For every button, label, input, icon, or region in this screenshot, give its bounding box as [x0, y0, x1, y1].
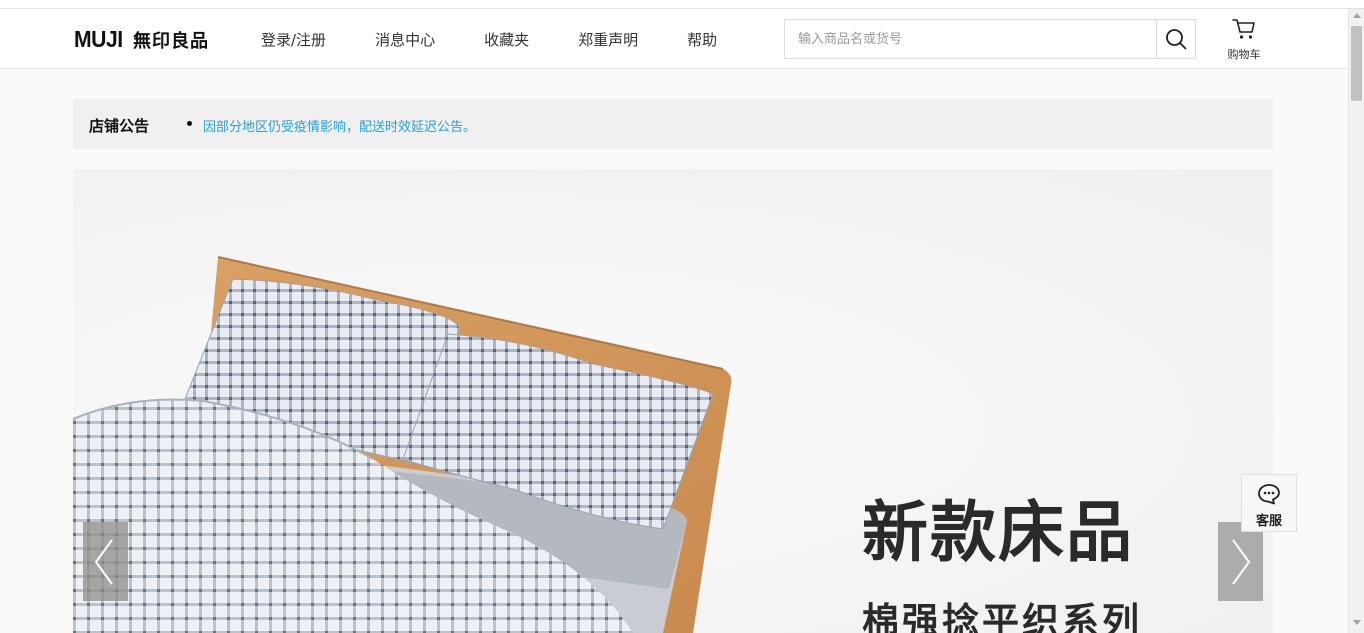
- banner-headline: 新款床品: [862, 494, 1134, 571]
- nav-message-center[interactable]: 消息中心: [375, 29, 435, 50]
- store-notice-bar: 店铺公告 因部分地区仍受疫情影响，配送时效延迟公告。: [73, 99, 1273, 149]
- cart-icon: [1232, 19, 1255, 39]
- banner-prev-button[interactable]: [83, 522, 128, 601]
- cart-button[interactable]: 购物车: [1222, 17, 1266, 62]
- search-box: [784, 19, 1196, 59]
- muji-logo[interactable]: MUJI 無印良品: [74, 26, 209, 53]
- site-header: MUJI 無印良品 登录/注册 消息中心 收藏夹 郑重声明 帮助 购物车: [0, 9, 1348, 69]
- scroll-thumb[interactable]: [1351, 26, 1362, 101]
- notice-bullet-icon: [187, 121, 192, 126]
- service-label: 客服: [1255, 514, 1282, 529]
- chevron-right-icon: [1232, 539, 1251, 585]
- chat-bubble-icon: [1258, 484, 1280, 505]
- search-input[interactable]: [785, 20, 1157, 58]
- scroll-down-arrow-icon[interactable]: [1353, 620, 1361, 625]
- notice-link[interactable]: 因部分地区仍受疫情影响，配送时效延迟公告。: [203, 116, 476, 135]
- logo-cn-text: 無印良品: [132, 30, 209, 52]
- nav-help[interactable]: 帮助: [687, 29, 717, 50]
- nav-login-register[interactable]: 登录/注册: [261, 29, 326, 50]
- notice-title: 店铺公告: [89, 117, 150, 135]
- scroll-up-arrow-icon[interactable]: [1353, 13, 1361, 18]
- top-nav: 登录/注册 消息中心 收藏夹 郑重声明 帮助: [261, 29, 766, 50]
- chevron-left-icon: [94, 539, 113, 585]
- bed-product-image: [73, 256, 732, 633]
- search-icon: [1166, 29, 1187, 50]
- logo-en-text: MUJI: [74, 26, 123, 52]
- hero-banner[interactable]: 新款床品 棉强捻平织系列: [73, 169, 1273, 633]
- banner-subline: 棉强捻平织系列: [862, 600, 1142, 633]
- cart-label: 购物车: [1227, 48, 1261, 61]
- customer-service-button[interactable]: 客服: [1241, 474, 1297, 532]
- nav-favorites[interactable]: 收藏夹: [484, 29, 529, 50]
- page-scrollbar[interactable]: [1348, 9, 1364, 633]
- search-button[interactable]: [1156, 20, 1195, 58]
- browser-top-strip: [0, 0, 1364, 9]
- nav-statement[interactable]: 郑重声明: [578, 29, 638, 50]
- banner-next-button[interactable]: [1218, 522, 1263, 601]
